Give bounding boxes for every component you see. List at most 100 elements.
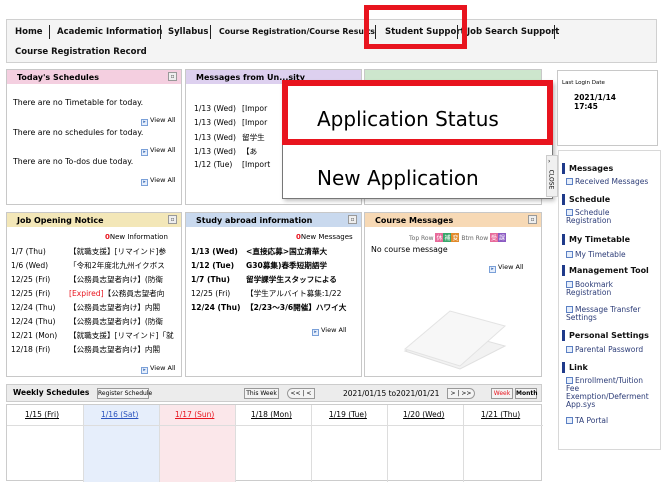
day-link-thu[interactable]: 1/21 (Thu) (481, 410, 520, 419)
sidebar-head-management-tool: Management Tool (569, 266, 649, 275)
link-bookmark-registration[interactable]: Bookmark Registration (566, 281, 656, 297)
highlight-box (282, 80, 553, 145)
nav-course-registration-record[interactable]: Course Registration Record (15, 47, 147, 57)
link-schedule-registration[interactable]: Schedule Registration (566, 209, 656, 225)
section-marker (562, 163, 565, 174)
job-date: 12/21 (Mon) (11, 331, 58, 340)
view-all-label: View All (321, 326, 347, 334)
weekly-toolbar: Weekly Schedules Register Schedule This … (6, 384, 542, 402)
view-all-link[interactable]: ▸ View All (489, 263, 524, 273)
message-text: 【あ (242, 147, 258, 156)
top-row-label: Top Row (409, 235, 434, 242)
panel-title: Today's Schedules (7, 70, 181, 84)
view-all-label: View All (150, 116, 176, 124)
job-row[interactable]: 1/6 (Wed) 「令和2年度北九州イクボス (11, 260, 181, 272)
this-week-button[interactable]: This Week (244, 388, 279, 399)
badge-cancel[interactable]: 休 (435, 233, 444, 242)
last-login-label: Last Login Date (562, 80, 605, 86)
link-message-transfer-settings[interactable]: Message Transfer Settings (566, 306, 658, 322)
new-messages-label: New Messages (300, 233, 353, 241)
view-all-link[interactable]: ▸ View All (141, 146, 176, 156)
abroad-date: 1/13 (Wed) (191, 247, 238, 256)
nav-syllabus[interactable]: Syllabus (168, 27, 208, 37)
link-my-timetable[interactable]: My Timetable (566, 251, 626, 259)
nav-job-search-support[interactable]: Job Search Support (467, 27, 559, 37)
link-label: Enrollment/Tuition Fee Exemption/Deferme… (566, 376, 649, 409)
book-watermark-icon (403, 310, 507, 370)
week-range: 2021/01/15 to2021/01/21 (343, 389, 440, 398)
badge-makeup[interactable]: 補 (443, 233, 452, 242)
nav-course-registration[interactable]: Course Registration/Course Results (219, 27, 375, 36)
link-received-messages[interactable]: Received Messages (566, 178, 648, 186)
abroad-date: 1/12 (Tue) (191, 261, 235, 270)
view-all-label: View All (150, 364, 176, 372)
job-row[interactable]: 12/18 (Fri) 【公務員志望者向け】内閣 (11, 344, 181, 356)
view-all-link[interactable]: ▸ View All (141, 176, 176, 186)
view-all-label: View All (150, 146, 176, 154)
abroad-row[interactable]: 1/12 (Tue) G30募集)春季短期語学 (191, 260, 361, 272)
job-text: 【公務員志望者向け】内閣 (69, 303, 161, 312)
job-text: 【公務員志望者向 (103, 289, 165, 298)
register-schedule-button[interactable]: Register Schedule (97, 388, 152, 399)
view-all-link[interactable]: ▸ View All (141, 116, 176, 126)
day-link-tue[interactable]: 1/19 (Tue) (329, 410, 367, 419)
job-date: 12/25 (Fri) (11, 289, 51, 298)
sidebar-head-my-timetable: My Timetable (569, 235, 631, 244)
minimize-icon[interactable]: ▫ (348, 215, 357, 224)
nav-divider (554, 25, 555, 39)
nav-home[interactable]: Home (15, 27, 43, 37)
minimize-icon[interactable]: ▫ (528, 215, 537, 224)
job-date: 12/24 (Thu) (11, 303, 56, 312)
link-ta-portal[interactable]: TA Portal (566, 417, 608, 425)
day-link-sun[interactable]: 1/17 (Sun) (175, 410, 214, 419)
view-all-link[interactable]: ▸ View All (141, 364, 176, 374)
badge-assign[interactable]: 課 (498, 233, 507, 242)
abroad-row[interactable]: 1/7 (Thu) 留学課学生スタッフによる (191, 274, 361, 286)
column-divider (83, 405, 84, 482)
link-parental-password[interactable]: Parental Password (566, 346, 643, 354)
week-view-button[interactable]: Week (491, 388, 513, 399)
next-week-button[interactable]: > | >> (447, 388, 475, 399)
abroad-row[interactable]: 12/25 (Fri) 【学生アルバイト募集:1/22 (191, 288, 361, 300)
sidebar-head-messages: Messages (569, 164, 614, 173)
day-link-wed[interactable]: 1/20 (Wed) (403, 410, 444, 419)
message-date: 1/13 (Wed) (194, 104, 236, 113)
day-link-sat[interactable]: 1/16 (Sat) (101, 410, 138, 419)
job-row[interactable]: 12/25 (Fri) 【公務員志望者向け】(防衛 (11, 274, 181, 286)
job-row[interactable]: 1/7 (Thu) 【就職支援】[リマインド]参 (11, 246, 181, 258)
column-divider (463, 405, 464, 482)
job-date: 12/24 (Thu) (11, 317, 56, 326)
link-label: Parental Password (575, 345, 644, 354)
panel-title: Course Messages (365, 213, 541, 227)
nav-divider (160, 25, 161, 39)
link-label: Message Transfer Settings (566, 305, 641, 322)
job-row[interactable]: 12/21 (Mon) 【就職支援】[リマインド]「就 (11, 330, 181, 342)
sidebar-head-link: Link (569, 363, 588, 372)
message-date: 1/12 (Tue) (194, 160, 233, 169)
abroad-row[interactable]: 1/13 (Wed) <直接応募>国立清華大 (191, 246, 361, 258)
close-sidebar-tab[interactable]: › CLOSE (546, 155, 558, 197)
section-marker (562, 330, 565, 341)
link-enrollment-tuition[interactable]: Enrollment/Tuition Fee Exemption/Deferme… (566, 377, 658, 409)
job-row[interactable]: 12/24 (Thu) 【公務員志望者向け】内閣 (11, 302, 181, 314)
link-label: TA Portal (575, 416, 609, 425)
month-view-button[interactable]: Month (515, 388, 538, 399)
view-all-link[interactable]: ▸ View All (312, 326, 347, 336)
job-row[interactable]: 12/25 (Fri) [Expired]【公務員志望者向 (11, 288, 181, 300)
job-row[interactable]: 12/24 (Thu) 【公務員志望者向け】(防衛 (11, 316, 181, 328)
badge-change[interactable]: 変 (451, 233, 460, 242)
nav-academic-information[interactable]: Academic Information (57, 27, 162, 37)
day-link-fri[interactable]: 1/15 (Fri) (25, 410, 59, 419)
abroad-text: G30募集)春季短期語学 (246, 261, 328, 270)
job-date: 12/25 (Fri) (11, 275, 51, 284)
minimize-icon[interactable]: ▫ (168, 72, 177, 81)
abroad-text: 【2/23〜3/6開催】ハワイ大 (246, 303, 347, 312)
abroad-row[interactable]: 12/24 (Thu) 【2/23〜3/6開催】ハワイ大 (191, 302, 361, 314)
day-link-mon[interactable]: 1/18 (Mon) (251, 410, 292, 419)
abroad-date: 12/24 (Thu) (191, 303, 241, 312)
menu-item-new-application[interactable]: New Application (317, 166, 479, 190)
btm-row-label: Btm Row (461, 235, 489, 242)
prev-month-button[interactable]: << | < (287, 388, 315, 399)
badge-receive[interactable]: 受 (490, 233, 499, 242)
minimize-icon[interactable]: ▫ (168, 215, 177, 224)
